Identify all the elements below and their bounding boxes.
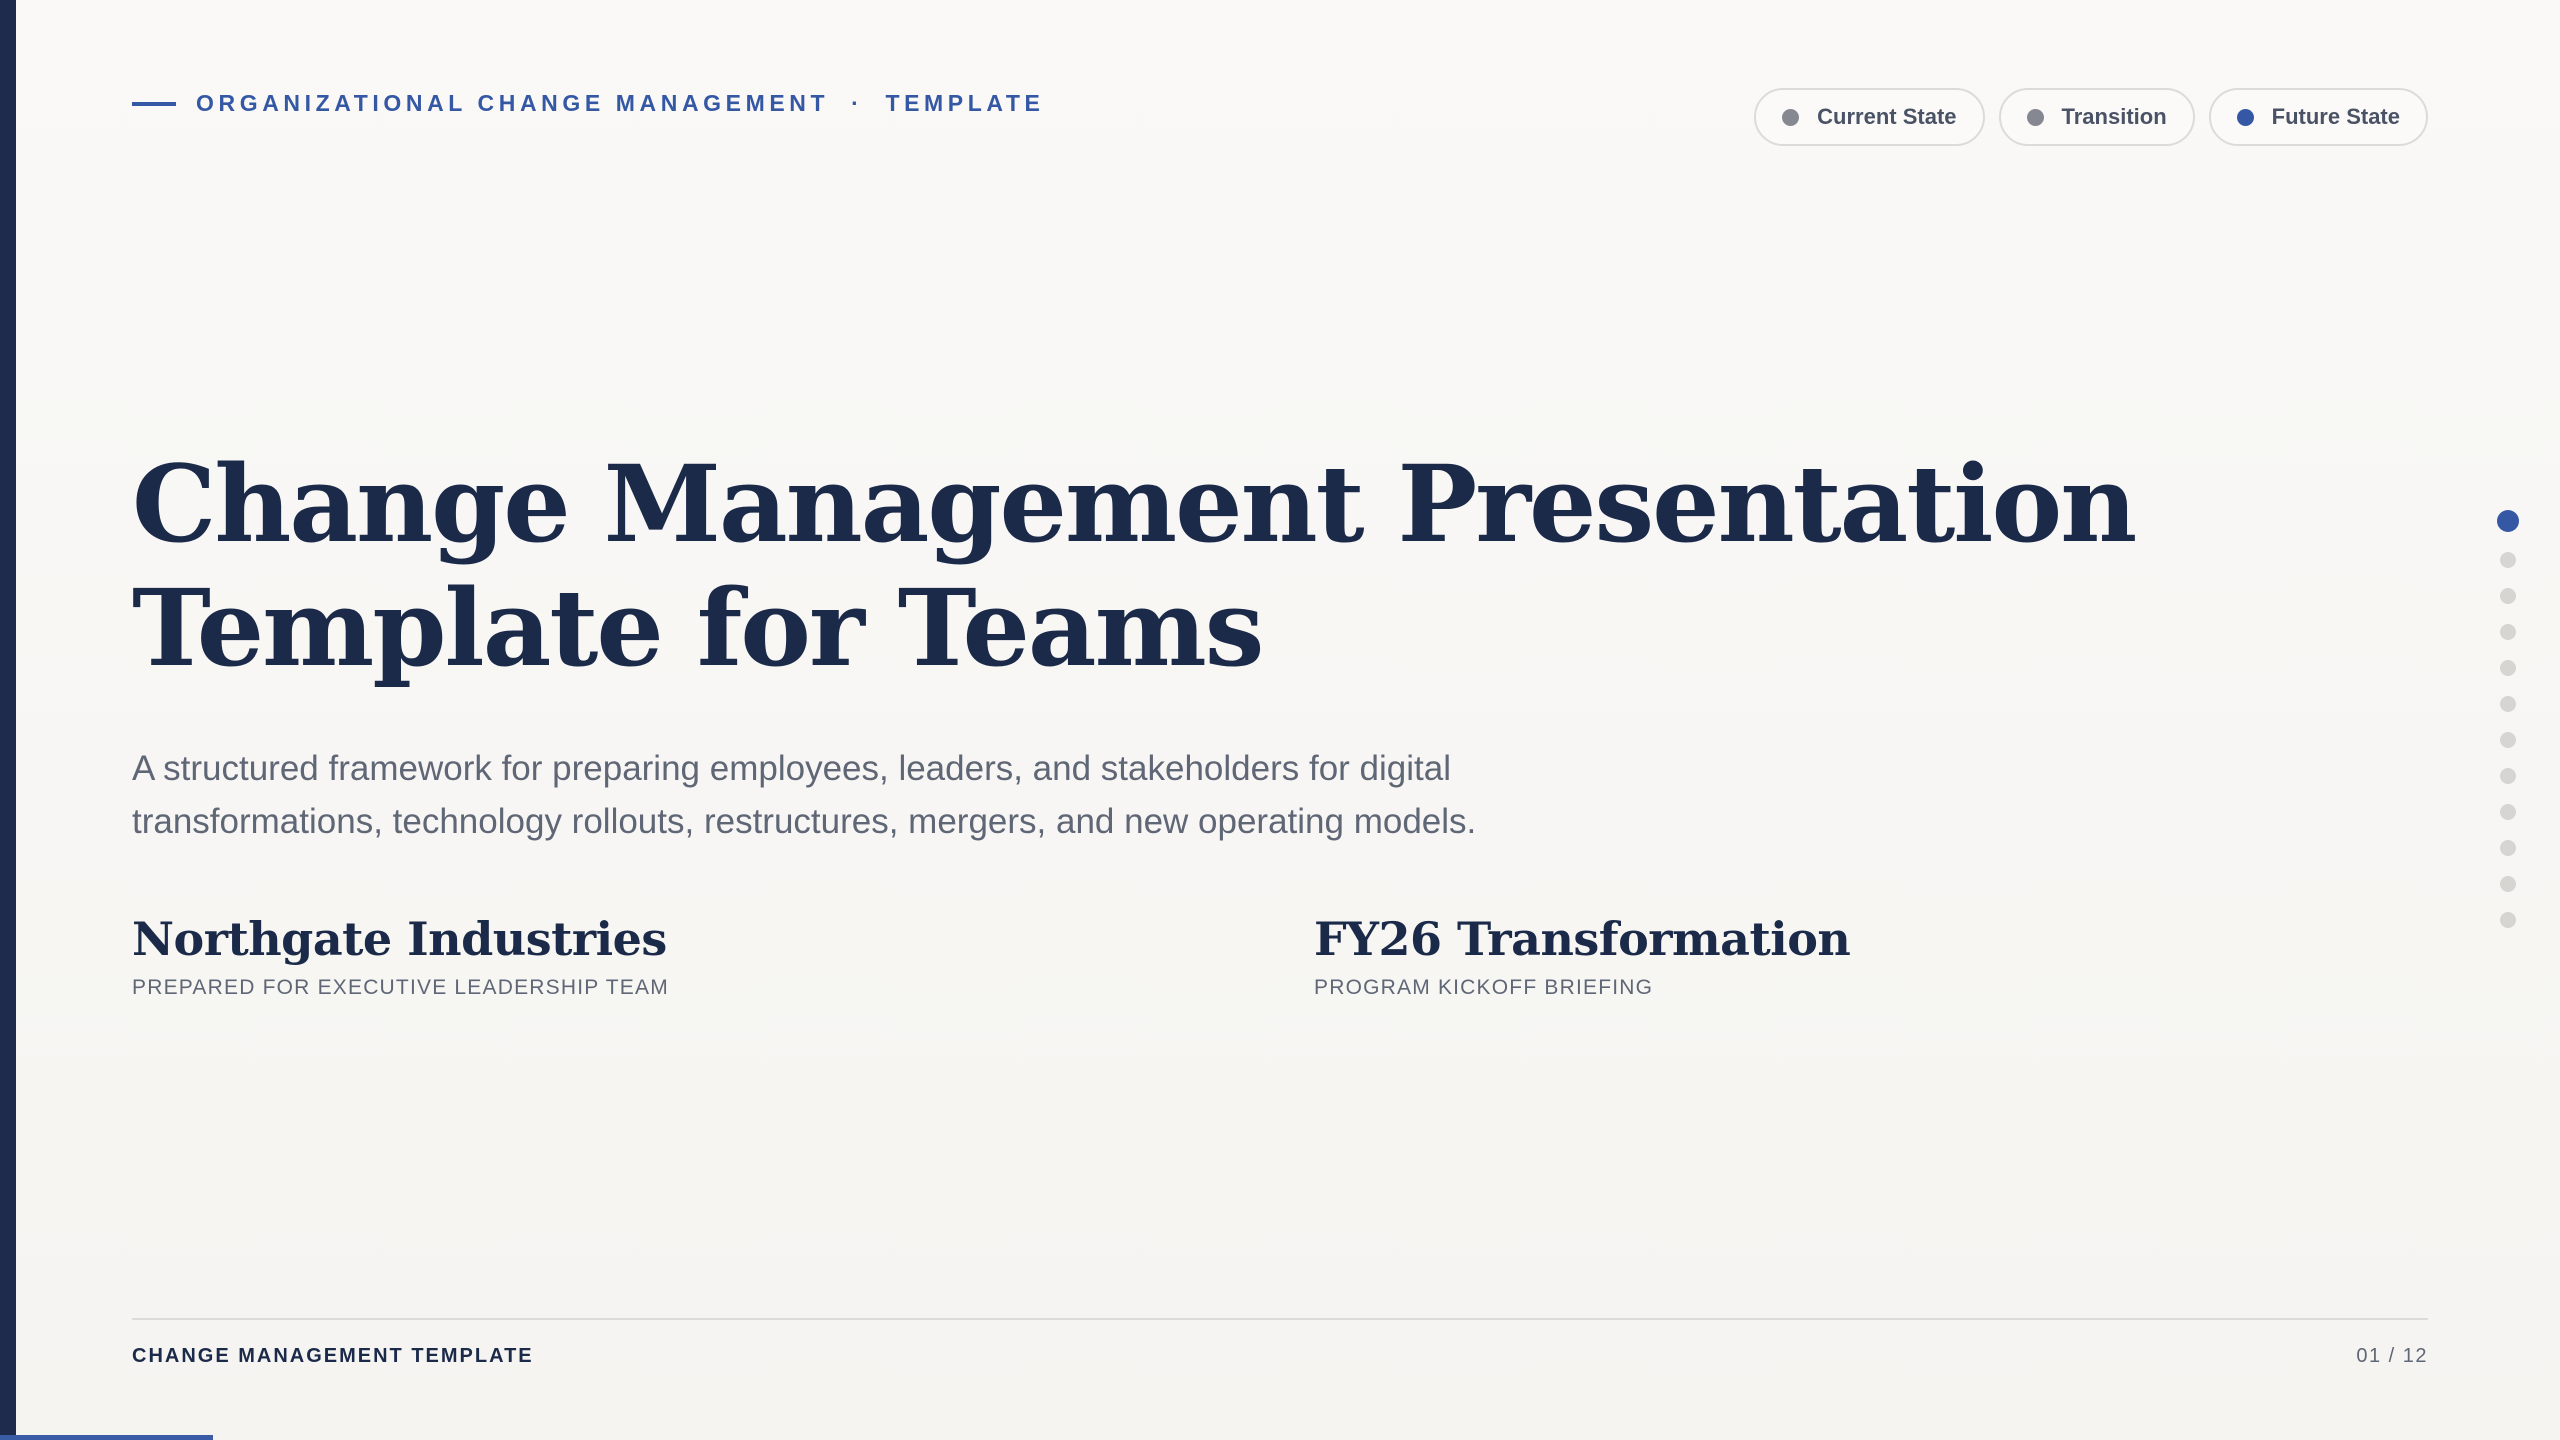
legend-chip-transition[interactable]: Transition — [1998, 88, 2195, 146]
legend-chip-label: Future State — [2271, 104, 2400, 129]
eyebrow: ORGANIZATIONAL CHANGE MANAGEMENT · TEMPL… — [132, 90, 1044, 117]
dot-icon — [2026, 108, 2044, 126]
nav-dot-2[interactable] — [2500, 552, 2516, 568]
page-subtitle: A structured framework for preparing emp… — [132, 749, 1477, 841]
dot-icon — [2236, 108, 2254, 126]
nav-dot-1[interactable] — [2497, 510, 2519, 532]
page-title: Change Management Presentation Template … — [132, 442, 2232, 690]
nav-dot-3[interactable] — [2500, 588, 2516, 604]
dot-icon — [1782, 108, 1800, 126]
nav-dot-8[interactable] — [2500, 768, 2516, 784]
legend-chip-current-state[interactable]: Current State — [1754, 88, 1985, 146]
title-line-2: Template for Teams — [132, 565, 1264, 690]
program-caption: PROGRAM KICKOFF BRIEFING — [1314, 976, 1654, 999]
nav-dot-9[interactable] — [2500, 804, 2516, 820]
nav-dot-5[interactable] — [2500, 660, 2516, 676]
legend-chip-future-state[interactable]: Future State — [2208, 88, 2428, 146]
state-legend: Current State Transition Future State — [1754, 88, 2428, 146]
eyebrow-rule — [132, 101, 176, 106]
title-line-1: Change Management Presentation — [132, 441, 2137, 566]
client-block: Northgate Industries PREPARED FOR EXECUT… — [132, 912, 669, 1000]
legend-chip-label: Transition — [2061, 104, 2167, 129]
client-name: Northgate Industries — [132, 912, 667, 966]
program-name: FY26 Transformation — [1314, 912, 1851, 966]
nav-dot-10[interactable] — [2500, 840, 2516, 856]
left-accent-bar — [0, 0, 16, 1440]
eyebrow-sub: TEMPLATE — [885, 90, 1045, 116]
nav-dot-7[interactable] — [2500, 732, 2516, 748]
nav-dot-11[interactable] — [2500, 876, 2516, 892]
nav-dot-12[interactable] — [2500, 912, 2516, 928]
program-block: FY26 Transformation PROGRAM KICKOFF BRIE… — [1314, 912, 1851, 1000]
client-caption: PREPARED FOR EXECUTIVE LEADERSHIP TEAM — [132, 976, 669, 999]
legend-chip-label: Current State — [1817, 104, 1957, 129]
footer-label: CHANGE MANAGEMENT TEMPLATE — [132, 1345, 534, 1367]
nav-dot-4[interactable] — [2500, 624, 2516, 640]
eyebrow-main: ORGANIZATIONAL CHANGE MANAGEMENT — [196, 90, 830, 116]
page-indicator: 01 / 12 — [2356, 1345, 2428, 1367]
footer-divider — [132, 1318, 2428, 1320]
eyebrow-separator: · — [851, 90, 864, 116]
progress-bar — [0, 1435, 214, 1440]
slide-navigation — [2496, 510, 2520, 928]
nav-dot-6[interactable] — [2500, 696, 2516, 712]
